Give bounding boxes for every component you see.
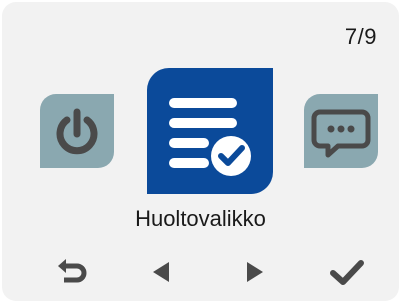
power-icon bbox=[56, 108, 98, 155]
triangle-left-icon bbox=[153, 262, 169, 282]
chat-bubble-icon bbox=[311, 109, 371, 158]
next-button[interactable] bbox=[233, 252, 277, 292]
page-counter: 7/9 bbox=[344, 24, 377, 49]
triangle-right-icon bbox=[247, 262, 263, 282]
confirm-button[interactable] bbox=[325, 252, 369, 292]
device-screen: 7/9 Huoltovalikko bbox=[2, 2, 399, 301]
menu-item-service-menu[interactable] bbox=[147, 68, 273, 194]
menu-item-messages[interactable] bbox=[304, 94, 378, 168]
softkey-bar bbox=[2, 252, 399, 292]
back-arrow-icon bbox=[58, 259, 87, 283]
previous-button[interactable] bbox=[139, 252, 183, 292]
back-button[interactable] bbox=[50, 252, 94, 292]
service-list-check-icon bbox=[169, 98, 251, 176]
checkmark-icon bbox=[330, 260, 364, 285]
menu-item-power[interactable] bbox=[40, 94, 114, 168]
selected-item-label: Huoltovalikko bbox=[135, 206, 266, 231]
